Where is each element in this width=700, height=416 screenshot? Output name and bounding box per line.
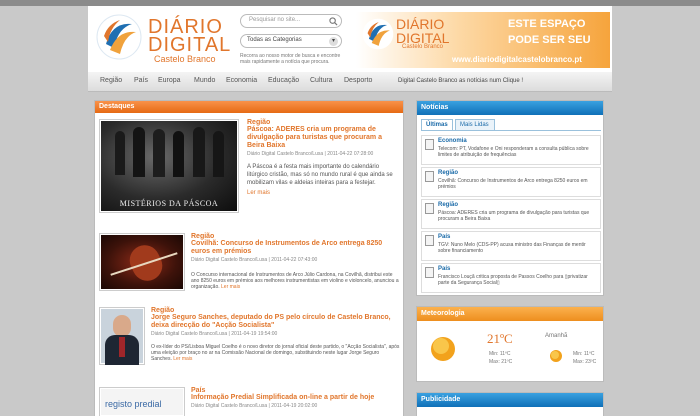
article-title[interactable]: Páscoa: ADERES cria um programa de divul… <box>247 126 401 150</box>
search-help-text: Recorra ao nosso motor de busca e encont… <box>240 53 341 65</box>
article-category[interactable]: Região <box>151 307 401 314</box>
site-header: DIÁRIO DIGITAL Castelo Branco Pesquisar … <box>88 6 612 72</box>
today-max: Max: 21ºC <box>489 359 513 365</box>
article-category[interactable]: Região <box>247 119 401 126</box>
category-select[interactable]: Todas as Categorias ▾ <box>240 34 342 48</box>
article-image[interactable]: MISTÉRIOS DA PÁSCOA <box>99 119 239 213</box>
nav-item-europa[interactable]: Europa <box>158 77 181 84</box>
article-image-caption: registo predial <box>105 399 162 409</box>
article-summary: A Páscoa é a festa mais importante do ca… <box>247 164 393 186</box>
news-category[interactable]: País <box>438 266 450 272</box>
article-meta: Diário Digital Castelo Branco/Lusa | 201… <box>247 151 374 157</box>
article-category[interactable]: Região <box>191 233 401 240</box>
news-headline[interactable]: Telecom: PT, Vodafone e Oni responderam … <box>438 146 598 158</box>
logo-swirl-icon <box>96 14 142 60</box>
search-placeholder: Pesquisar no site... <box>249 17 301 23</box>
nav-item-economia[interactable]: Economia <box>226 77 257 84</box>
article-image-caption: MISTÉRIOS DA PÁSCOA <box>119 199 219 208</box>
news-category[interactable]: Economia <box>438 138 467 144</box>
tomorrow-min: Min: 11ºC <box>573 351 595 357</box>
news-list-item[interactable]: Região Páscoa: ADERES cria um programa d… <box>421 199 601 229</box>
today-min: Min: 11ºC <box>489 351 511 357</box>
news-list-item[interactable]: País Francisco Louçã critica proposta de… <box>421 263 601 293</box>
sun-icon <box>431 337 455 361</box>
news-headline[interactable]: TGV: Nuno Melo (CDS-PP) acusa ministro d… <box>438 242 598 254</box>
document-icon <box>425 235 434 246</box>
nav-item-cultura[interactable]: Cultura <box>310 77 333 84</box>
document-icon <box>425 203 434 214</box>
ad-banner[interactable]: DIÁRIO DIGITAL Castelo Branco ESTE ESPAÇ… <box>356 12 610 68</box>
article-image[interactable] <box>99 233 185 291</box>
publicidade-title: Publicidade <box>417 393 603 407</box>
meteo-title: Meteorologia <box>417 307 603 321</box>
banner-logo-swirl-icon <box>362 18 394 50</box>
nav-item-regiao[interactable]: Região <box>100 77 122 84</box>
nav-item-desporto[interactable]: Desporto <box>344 77 372 84</box>
article-item: Região Jorge Seguro Sanches, deputado do… <box>99 307 401 377</box>
featured-article: MISTÉRIOS DA PÁSCOA Região Páscoa: ADERE… <box>99 119 401 237</box>
document-icon <box>425 139 434 150</box>
article-title[interactable]: Informação Predial Simplificada on-line … <box>191 394 401 402</box>
news-category[interactable]: País <box>438 234 450 240</box>
news-headline[interactable]: Francisco Louçã critica proposta de Pass… <box>438 274 598 286</box>
today-temperature: 21ºC <box>487 331 513 346</box>
article-title[interactable]: Covilhã: Concurso de Instrumentos de Arc… <box>191 240 401 256</box>
news-ticker[interactable]: Digital Castelo Branco as notícias num C… <box>398 78 523 84</box>
meteo-panel: Meteorologia 21ºC Min: 11ºC Max: 21ºC Am… <box>416 306 604 382</box>
destaques-title: Destaques <box>95 101 403 113</box>
sun-small-icon <box>550 350 562 362</box>
main-content: Destaques MISTÉRIOS DA PÁSCOA Região Pás… <box>88 92 612 416</box>
banner-headline-1: ESTE ESPAÇO <box>508 18 586 30</box>
search-icon[interactable] <box>329 17 338 26</box>
noticias-title: Notícias <box>417 101 603 115</box>
search-input[interactable]: Pesquisar no site... <box>240 14 342 28</box>
news-category[interactable]: Região <box>438 202 458 208</box>
tomorrow-max: Max: 23ºC <box>573 359 597 365</box>
destaques-panel: Destaques MISTÉRIOS DA PÁSCOA Região Pás… <box>94 100 404 416</box>
banner-url: www.diariodigitalcastelobranco.pt <box>452 55 582 64</box>
tomorrow-label: Amanhã <box>545 333 568 339</box>
article-meta: Diário Digital Castelo Branco/Lusa | 201… <box>151 331 278 337</box>
article-title[interactable]: Jorge Seguro Sanches, deputado do PS pel… <box>151 314 401 330</box>
read-more-link[interactable]: Ler mais <box>247 190 401 196</box>
nav-item-educacao[interactable]: Educação <box>268 77 299 84</box>
article-meta: Diário Digital Castelo Branco/Lusa | 201… <box>191 403 318 409</box>
news-category[interactable]: Região <box>438 170 458 176</box>
read-more-link[interactable]: Ler mais <box>221 284 240 290</box>
banner-logo-subtitle: Castelo Branco <box>402 44 444 50</box>
article-item: registo predial País Informação Predial … <box>99 387 401 416</box>
news-headline[interactable]: Covilhã: Concurso de Instrumentos de Arc… <box>438 178 598 190</box>
publicidade-panel: Publicidade <box>416 392 604 416</box>
article-category[interactable]: País <box>191 387 401 394</box>
article-image[interactable] <box>99 307 145 365</box>
article-meta: Diário Digital Castelo Branco/Lusa | 201… <box>191 257 318 263</box>
read-more-link[interactable]: Ler mais <box>173 356 192 362</box>
news-list-item[interactable]: Economia Telecom: PT, Vodafone e Oni res… <box>421 135 601 165</box>
chevron-down-icon[interactable]: ▾ <box>329 37 338 46</box>
article-item: Região Covilhã: Concurso de Instrumentos… <box>99 233 401 293</box>
document-icon <box>425 267 434 278</box>
nav-item-pais[interactable]: País <box>134 77 148 84</box>
site-logo[interactable]: DIÁRIO DIGITAL Castelo Branco <box>96 12 234 68</box>
document-icon <box>425 171 434 182</box>
tabs-divider <box>421 130 601 131</box>
nav-item-mundo[interactable]: Mundo <box>194 77 215 84</box>
news-list-item[interactable]: País TGV: Nuno Melo (CDS-PP) acusa minis… <box>421 231 601 261</box>
news-headline[interactable]: Páscoa: ADERES cria um programa de divul… <box>438 210 598 222</box>
noticias-panel: Notícias Últimas Mais Lidas Economia Tel… <box>416 100 604 296</box>
main-nav: Região País Europa Mundo Economia Educaç… <box>88 72 612 92</box>
logo-subtitle: Castelo Branco <box>154 54 216 64</box>
banner-headline-2: PODE SER SEU <box>508 34 591 46</box>
article-image[interactable]: registo predial <box>99 387 185 416</box>
news-list-item[interactable]: Região Covilhã: Concurso de Instrumentos… <box>421 167 601 197</box>
category-select-value: Todas as Categorias <box>247 37 302 43</box>
